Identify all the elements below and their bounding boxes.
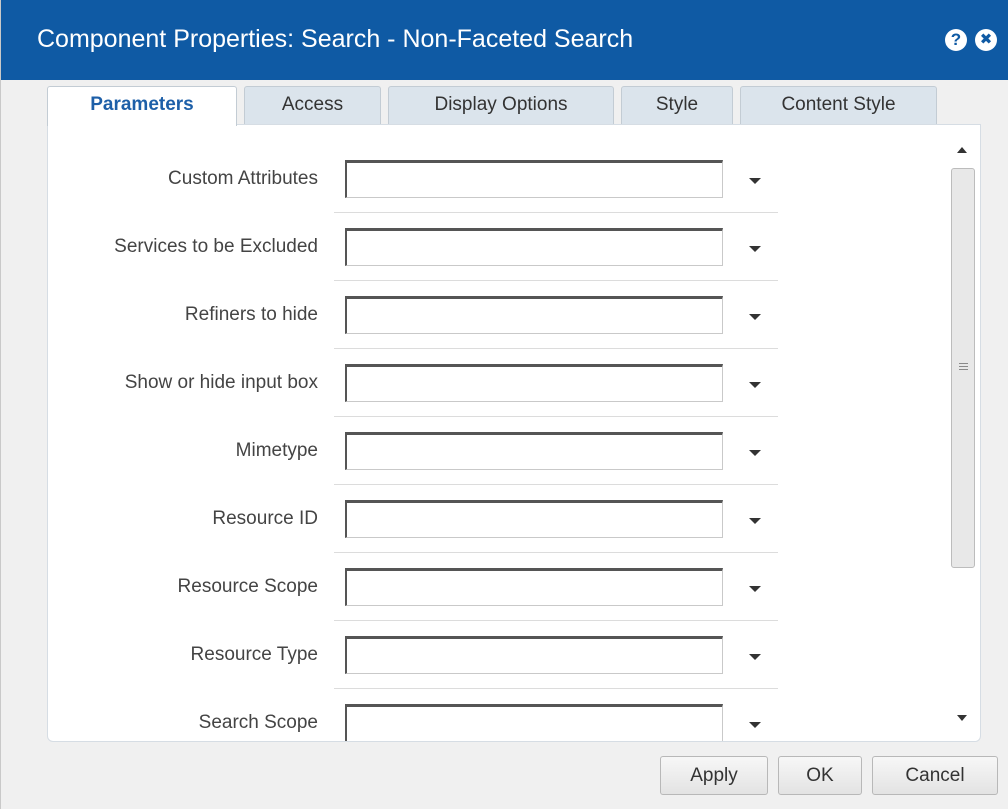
chevron-down-icon[interactable] <box>749 722 761 728</box>
chevron-down-icon[interactable] <box>749 654 761 660</box>
tab-content-style[interactable]: Content Style <box>740 86 937 124</box>
chevron-down-icon[interactable] <box>749 314 761 320</box>
chevron-down-icon[interactable] <box>749 450 761 456</box>
chevron-down-icon[interactable] <box>749 586 761 592</box>
title-bar[interactable]: Component Properties: Search - Non-Facet… <box>1 0 1008 80</box>
mimetype-input[interactable] <box>345 432 723 470</box>
param-row-mimetype: Mimetype <box>48 417 778 485</box>
param-row-custom-attributes: Custom Attributes <box>48 145 778 213</box>
param-label: Refiners to hide <box>184 304 318 325</box>
scroll-down-icon[interactable] <box>957 715 967 721</box>
search-scope-input[interactable] <box>345 704 723 741</box>
cancel-button[interactable]: Cancel <box>872 756 998 795</box>
chevron-down-icon[interactable] <box>749 178 761 184</box>
dialog-title: Component Properties: Search - Non-Facet… <box>37 25 634 53</box>
chevron-down-icon[interactable] <box>749 246 761 252</box>
tab-display-options[interactable]: Display Options <box>388 86 614 124</box>
param-label: Resource Type <box>190 644 318 665</box>
tab-parameters[interactable]: Parameters <box>47 86 237 126</box>
param-label: Show or hide input box <box>124 372 318 393</box>
param-row-resource-scope: Resource Scope <box>48 553 778 621</box>
services-excluded-input[interactable] <box>345 228 723 266</box>
custom-attributes-input[interactable] <box>345 160 723 198</box>
parameters-panel: Custom Attributes Services to be Exclude… <box>47 124 981 742</box>
chevron-down-icon[interactable] <box>749 518 761 524</box>
tab-access[interactable]: Access <box>244 86 381 124</box>
param-label: Resource ID <box>212 508 318 529</box>
resource-type-input[interactable] <box>345 636 723 674</box>
apply-button[interactable]: Apply <box>660 756 768 795</box>
tab-bar: Parameters Access Display Options Style … <box>47 86 947 126</box>
grip-icon <box>959 363 968 372</box>
input-box-visibility-input[interactable] <box>345 364 723 402</box>
resource-scope-input[interactable] <box>345 568 723 606</box>
scroll-up-icon[interactable] <box>957 147 967 153</box>
param-row-resource-type: Resource Type <box>48 621 778 689</box>
scrollbar-thumb[interactable] <box>951 168 975 568</box>
param-row-resource-id: Resource ID <box>48 485 778 553</box>
param-row-refiners-hide: Refiners to hide <box>48 281 778 349</box>
param-label: Resource Scope <box>177 576 318 597</box>
tab-style[interactable]: Style <box>621 86 733 124</box>
help-icon[interactable]: ? <box>945 29 967 51</box>
close-icon[interactable]: ✖ <box>975 29 997 51</box>
param-label: Search Scope <box>198 712 318 733</box>
chevron-down-icon[interactable] <box>749 382 761 388</box>
param-row-input-box: Show or hide input box <box>48 349 778 417</box>
param-row-services-excluded: Services to be Excluded <box>48 213 778 281</box>
refiners-hide-input[interactable] <box>345 296 723 334</box>
ok-button[interactable]: OK <box>778 756 862 795</box>
resource-id-input[interactable] <box>345 500 723 538</box>
component-properties-dialog: Component Properties: Search - Non-Facet… <box>0 0 1008 809</box>
param-label: Mimetype <box>235 440 318 461</box>
param-label: Services to be Excluded <box>114 236 318 257</box>
param-row-search-scope: Search Scope <box>48 689 778 741</box>
param-label: Custom Attributes <box>168 168 318 189</box>
